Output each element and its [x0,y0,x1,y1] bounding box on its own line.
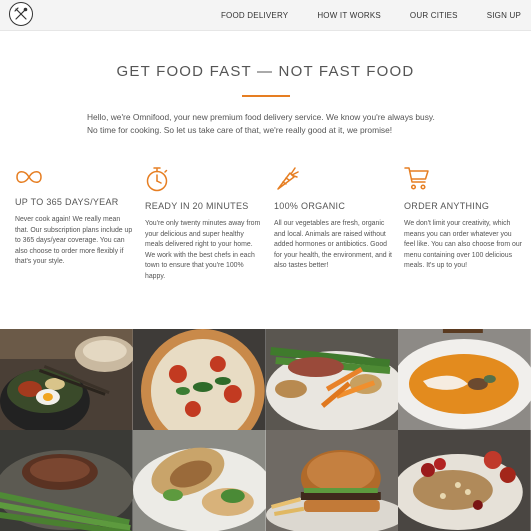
infinity-icon [16,171,42,183]
nav-link-food-delivery[interactable]: FOOD DELIVERY [221,11,288,20]
title-underline [242,95,290,97]
nav-links: FOOD DELIVERY HOW IT WORKS OUR CITIES SI… [192,0,521,30]
feature-title: UP TO 365 DAYS/YEAR [15,197,119,207]
meal-photo-pizza[interactable] [132,329,266,430]
nav-link-how-it-works[interactable]: HOW IT WORKS [317,11,381,20]
meal-photo-soup[interactable] [398,329,531,430]
intro-paragraph: Hello, we're Omnifood, your new premium … [87,112,435,135]
meal-photo-burger[interactable] [265,430,399,531]
feature-365-days: UP TO 365 DAYS/YEAR Never cook again! We… [15,166,133,268]
nav-link-sign-up[interactable]: SIGN UP [487,11,521,20]
section-title: GET FOOD FAST — NOT FAST FOOD [116,63,415,80]
carrot-icon [277,167,299,190]
feature-20-minutes: READY IN 20 MINUTES You're only twenty m… [145,166,263,283]
meal-photo-granola[interactable] [398,430,531,531]
feature-title: READY IN 20 MINUTES [145,201,249,211]
feature-text: You're only twenty minutes away from you… [145,220,261,280]
meal-photo-asparagus-rolls[interactable] [265,329,399,430]
feature-text: All our vegetables are fresh, organic an… [274,220,392,270]
nav-link-our-cities[interactable]: OUR CITIES [410,11,458,20]
feature-order-anything: ORDER ANYTHING We don't limit your creat… [404,166,522,272]
feature-organic: 100% ORGANIC All our vegetables are fres… [274,166,392,272]
meal-gallery [0,329,531,531]
feature-title: 100% ORGANIC [274,201,346,211]
feature-title: ORDER ANYTHING [404,201,490,211]
stopwatch-icon [146,167,168,192]
feature-text: Never cook again! We really mean that. O… [15,216,133,266]
omnifood-logo-icon[interactable] [9,2,33,26]
meal-photo-steak[interactable] [0,430,133,531]
meal-photo-bibimbap[interactable] [0,329,133,430]
meal-photo-burrito[interactable] [132,430,266,531]
cart-icon [404,167,429,190]
feature-text: We don't limit your creativity, which me… [404,220,522,270]
top-navigation: FOOD DELIVERY HOW IT WORKS OUR CITIES SI… [0,0,531,31]
